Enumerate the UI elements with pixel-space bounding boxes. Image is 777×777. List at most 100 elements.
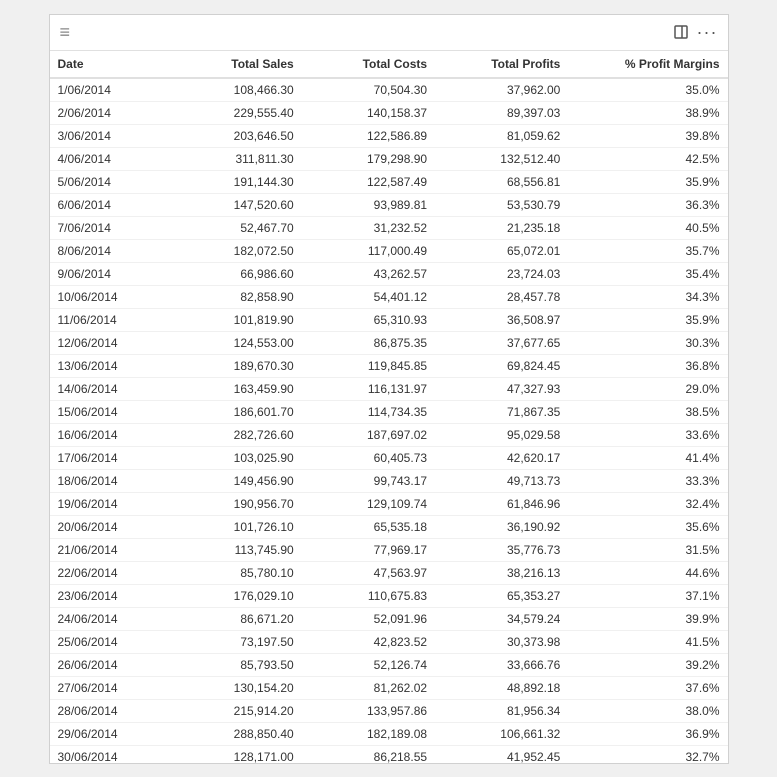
- col-header-total-sales: Total Sales: [159, 51, 302, 78]
- cell-0-0: 1/06/2014: [50, 78, 159, 102]
- cell-22-1: 176,029.10: [159, 584, 302, 607]
- cell-20-4: 31.5%: [568, 538, 727, 561]
- cell-11-3: 37,677.65: [435, 331, 568, 354]
- table-row: 21/06/2014113,745.9077,969.1735,776.7331…: [50, 538, 728, 561]
- cell-3-4: 42.5%: [568, 147, 727, 170]
- cell-28-4: 36.9%: [568, 722, 727, 745]
- cell-2-3: 81,059.62: [435, 124, 568, 147]
- cell-23-3: 34,579.24: [435, 607, 568, 630]
- cell-26-4: 37.6%: [568, 676, 727, 699]
- cell-14-3: 71,867.35: [435, 400, 568, 423]
- cell-20-2: 77,969.17: [302, 538, 435, 561]
- table-row: 16/06/2014282,726.60187,697.0295,029.583…: [50, 423, 728, 446]
- cell-22-0: 23/06/2014: [50, 584, 159, 607]
- cell-19-1: 101,726.10: [159, 515, 302, 538]
- col-header-total-costs: Total Costs: [302, 51, 435, 78]
- drag-handle-icon: ≡: [60, 22, 73, 43]
- cell-1-4: 38.9%: [568, 101, 727, 124]
- cell-5-3: 53,530.79: [435, 193, 568, 216]
- table-row: 12/06/2014124,553.0086,875.3537,677.6530…: [50, 331, 728, 354]
- cell-9-4: 34.3%: [568, 285, 727, 308]
- expand-icon[interactable]: [673, 24, 689, 40]
- cell-21-0: 22/06/2014: [50, 561, 159, 584]
- cell-29-2: 86,218.55: [302, 745, 435, 763]
- cell-15-1: 282,726.60: [159, 423, 302, 446]
- cell-6-0: 7/06/2014: [50, 216, 159, 239]
- cell-28-0: 29/06/2014: [50, 722, 159, 745]
- table-row: 14/06/2014163,459.90116,131.9747,327.932…: [50, 377, 728, 400]
- cell-29-1: 128,171.00: [159, 745, 302, 763]
- cell-11-0: 12/06/2014: [50, 331, 159, 354]
- table-row: 7/06/201452,467.7031,232.5221,235.1840.5…: [50, 216, 728, 239]
- cell-27-1: 215,914.20: [159, 699, 302, 722]
- cell-17-3: 49,713.73: [435, 469, 568, 492]
- drag-handle[interactable]: ≡: [60, 22, 73, 43]
- cell-9-1: 82,858.90: [159, 285, 302, 308]
- cell-26-3: 48,892.18: [435, 676, 568, 699]
- cell-18-4: 32.4%: [568, 492, 727, 515]
- cell-11-4: 30.3%: [568, 331, 727, 354]
- cell-18-2: 129,109.74: [302, 492, 435, 515]
- table-row: 19/06/2014190,956.70129,109.7461,846.963…: [50, 492, 728, 515]
- cell-19-3: 36,190.92: [435, 515, 568, 538]
- table-row: 2/06/2014229,555.40140,158.3789,397.0338…: [50, 101, 728, 124]
- cell-13-4: 29.0%: [568, 377, 727, 400]
- cell-21-2: 47,563.97: [302, 561, 435, 584]
- cell-24-3: 30,373.98: [435, 630, 568, 653]
- table-row: 24/06/201486,671.2052,091.9634,579.2439.…: [50, 607, 728, 630]
- cell-14-2: 114,734.35: [302, 400, 435, 423]
- cell-5-2: 93,989.81: [302, 193, 435, 216]
- col-header-profit-margins: % Profit Margins: [568, 51, 727, 78]
- cell-8-2: 43,262.57: [302, 262, 435, 285]
- cell-5-4: 36.3%: [568, 193, 727, 216]
- cell-12-1: 189,670.30: [159, 354, 302, 377]
- cell-2-0: 3/06/2014: [50, 124, 159, 147]
- cell-14-0: 15/06/2014: [50, 400, 159, 423]
- cell-10-4: 35.9%: [568, 308, 727, 331]
- cell-27-2: 133,957.86: [302, 699, 435, 722]
- cell-15-0: 16/06/2014: [50, 423, 159, 446]
- cell-0-1: 108,466.30: [159, 78, 302, 102]
- table-row: 1/06/2014108,466.3070,504.3037,962.0035.…: [50, 78, 728, 102]
- cell-27-4: 38.0%: [568, 699, 727, 722]
- cell-7-1: 182,072.50: [159, 239, 302, 262]
- cell-12-2: 119,845.85: [302, 354, 435, 377]
- table-row: 3/06/2014203,646.50122,586.8981,059.6239…: [50, 124, 728, 147]
- cell-19-4: 35.6%: [568, 515, 727, 538]
- cell-25-4: 39.2%: [568, 653, 727, 676]
- cell-6-4: 40.5%: [568, 216, 727, 239]
- table-row: 5/06/2014191,144.30122,587.4968,556.8135…: [50, 170, 728, 193]
- cell-7-3: 65,072.01: [435, 239, 568, 262]
- cell-10-2: 65,310.93: [302, 308, 435, 331]
- widget-container: ≡ ··· Date Total Sales Total Costs Total…: [49, 14, 729, 764]
- cell-13-3: 47,327.93: [435, 377, 568, 400]
- cell-1-2: 140,158.37: [302, 101, 435, 124]
- cell-17-4: 33.3%: [568, 469, 727, 492]
- cell-26-0: 27/06/2014: [50, 676, 159, 699]
- cell-22-2: 110,675.83: [302, 584, 435, 607]
- cell-3-1: 311,811.30: [159, 147, 302, 170]
- cell-23-1: 86,671.20: [159, 607, 302, 630]
- more-options-icon[interactable]: ···: [697, 22, 718, 43]
- col-header-total-profits: Total Profits: [435, 51, 568, 78]
- table-row: 30/06/2014128,171.0086,218.5541,952.4532…: [50, 745, 728, 763]
- cell-15-2: 187,697.02: [302, 423, 435, 446]
- header-icons: ···: [673, 22, 718, 43]
- cell-25-1: 85,793.50: [159, 653, 302, 676]
- cell-2-1: 203,646.50: [159, 124, 302, 147]
- cell-20-0: 21/06/2014: [50, 538, 159, 561]
- cell-9-0: 10/06/2014: [50, 285, 159, 308]
- cell-24-4: 41.5%: [568, 630, 727, 653]
- table-wrapper[interactable]: Date Total Sales Total Costs Total Profi…: [50, 51, 728, 763]
- cell-4-4: 35.9%: [568, 170, 727, 193]
- cell-12-0: 13/06/2014: [50, 354, 159, 377]
- cell-25-0: 26/06/2014: [50, 653, 159, 676]
- col-header-date: Date: [50, 51, 159, 78]
- cell-8-3: 23,724.03: [435, 262, 568, 285]
- cell-17-0: 18/06/2014: [50, 469, 159, 492]
- cell-18-1: 190,956.70: [159, 492, 302, 515]
- table-row: 23/06/2014176,029.10110,675.8365,353.273…: [50, 584, 728, 607]
- cell-9-3: 28,457.78: [435, 285, 568, 308]
- cell-23-2: 52,091.96: [302, 607, 435, 630]
- data-table: Date Total Sales Total Costs Total Profi…: [50, 51, 728, 763]
